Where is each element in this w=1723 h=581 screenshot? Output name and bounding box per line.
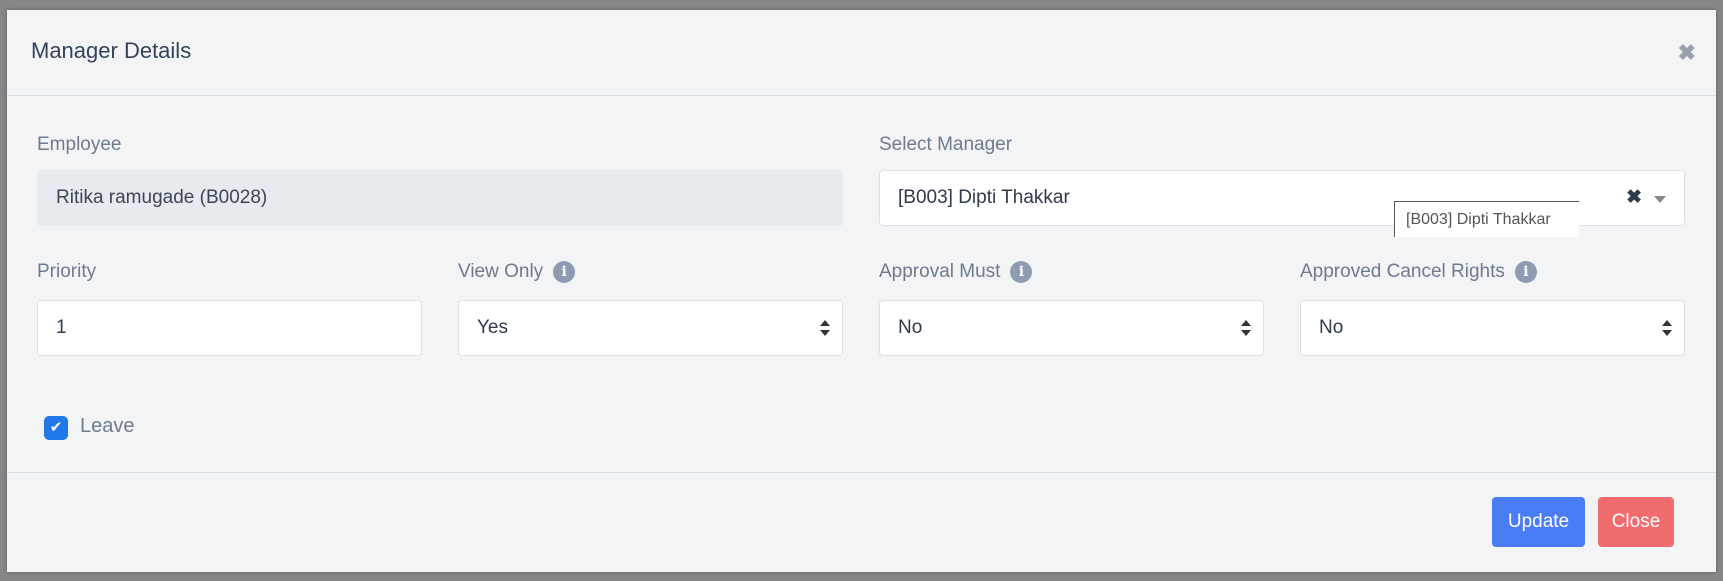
info-icon[interactable]: i [1010, 261, 1033, 283]
select-arrows-icon [1241, 320, 1251, 336]
modal-title: Manager Details [31, 38, 192, 63]
leave-label[interactable]: Leave [80, 415, 135, 438]
employee-field: Ritika ramugade (B0028) [37, 170, 843, 226]
priority-label: Priority [37, 261, 97, 282]
approved-cancel-rights-select[interactable]: No [1300, 300, 1685, 356]
view-only-label: View Only i [458, 261, 576, 283]
select-manager-value: [B003] Dipti Thakkar [898, 187, 1070, 208]
employee-label: Employee [37, 134, 122, 155]
leave-checkbox[interactable]: ✔ [44, 416, 68, 440]
chevron-down-icon[interactable] [1654, 196, 1666, 203]
select-arrows-icon [1662, 320, 1672, 336]
view-only-value: Yes [477, 317, 508, 338]
modal-header: Manager Details ✖ [7, 10, 1716, 96]
clear-selection-icon[interactable]: ✖ [1626, 171, 1642, 225]
manager-tooltip: [B003] Dipti Thakkar [1394, 201, 1579, 237]
select-manager-label: Select Manager [879, 134, 1013, 155]
footer-divider [7, 472, 1716, 473]
approved-cancel-rights-value: No [1319, 317, 1344, 338]
close-icon[interactable]: ✖ [1678, 40, 1696, 66]
info-icon[interactable]: i [1514, 261, 1537, 283]
priority-input[interactable]: 1 [37, 300, 422, 356]
approval-must-value: No [898, 317, 923, 338]
select-arrows-icon [820, 320, 830, 336]
manager-details-modal: Manager Details ✖ Employee Ritika ramuga… [7, 10, 1716, 572]
approval-must-label: Approval Must i [879, 261, 1033, 283]
approval-must-select[interactable]: No [879, 300, 1264, 356]
view-only-select[interactable]: Yes [458, 300, 843, 356]
update-button[interactable]: Update [1492, 497, 1585, 547]
close-button[interactable]: Close [1598, 497, 1674, 547]
info-icon[interactable]: i [553, 261, 576, 283]
approved-cancel-rights-label: Approved Cancel Rights i [1300, 261, 1537, 283]
